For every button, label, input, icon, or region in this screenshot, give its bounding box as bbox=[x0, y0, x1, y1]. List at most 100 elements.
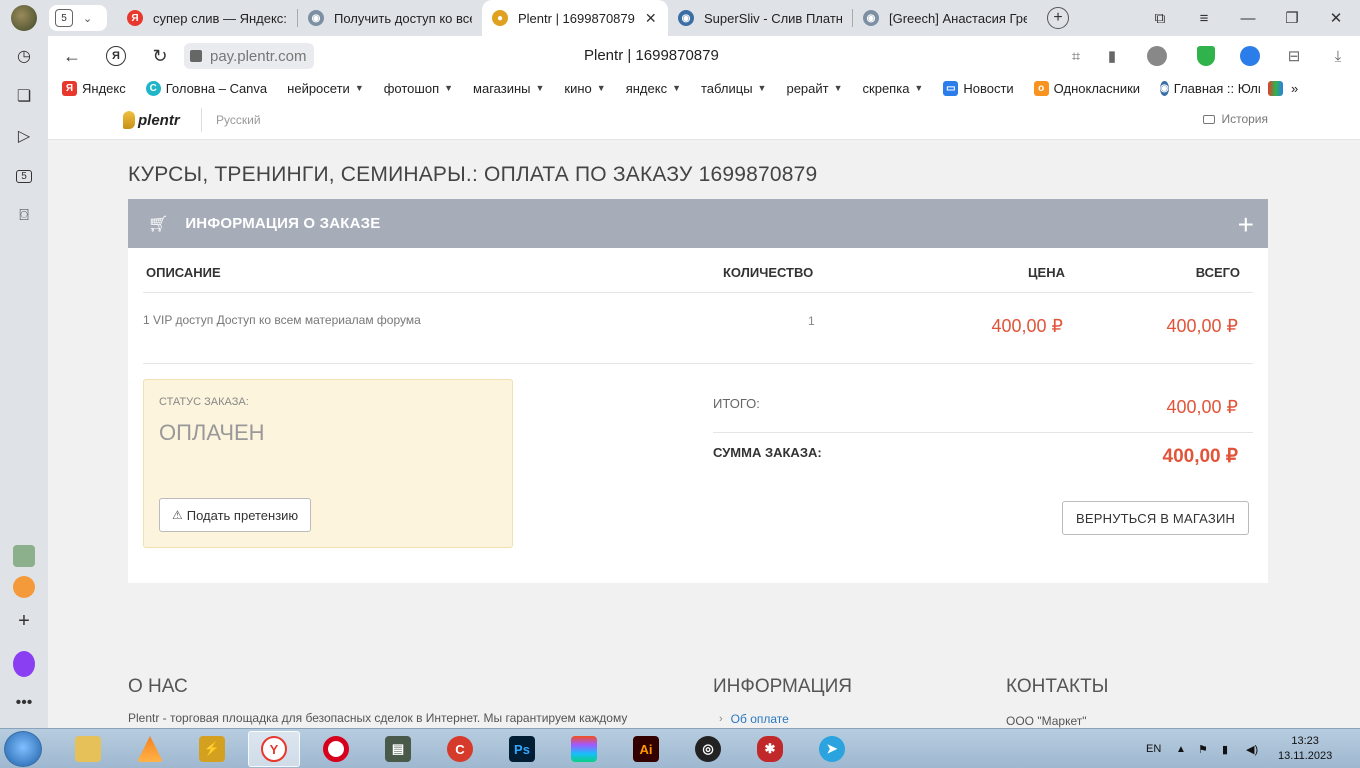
bookmark-main[interactable]: ◉ Главная :: Юли bbox=[1160, 80, 1260, 96]
tab-get-access[interactable]: ◉ Получить доступ ко все bbox=[298, 0, 482, 36]
downloads-icon[interactable]: ⤓ bbox=[1316, 36, 1360, 76]
bookmark-folder-shops[interactable]: магазины ▼ bbox=[473, 81, 544, 96]
tray-chevron-up-icon[interactable]: ▲ bbox=[1176, 729, 1186, 768]
url-field[interactable]: pay.plentr.com bbox=[184, 43, 315, 69]
shield-icon[interactable] bbox=[1184, 36, 1228, 76]
page-title: Plentr | 1699870879 bbox=[584, 47, 719, 64]
bookmark-folder-cinema[interactable]: кино ▼ bbox=[564, 81, 605, 96]
flag-icon[interactable]: ⚑ bbox=[1198, 729, 1208, 768]
bookmark-news[interactable]: ▭ Новости bbox=[943, 80, 1014, 96]
chevron-down-icon: ▼ bbox=[914, 83, 924, 93]
file-claim-button[interactable]: ⚠ Подать претензию bbox=[159, 498, 312, 532]
collections-icon[interactable]: ❏ bbox=[13, 85, 35, 107]
minimize-button[interactable]: — bbox=[1228, 0, 1268, 36]
site-logo[interactable]: plentr bbox=[123, 111, 180, 129]
vpn-globe-icon[interactable] bbox=[1130, 36, 1184, 76]
chevron-down-icon: ▼ bbox=[444, 83, 454, 93]
system-clock[interactable]: 13:23 13.11.2023 bbox=[1278, 734, 1332, 764]
start-button[interactable] bbox=[4, 731, 42, 767]
language-indicator[interactable]: EN bbox=[1146, 729, 1161, 768]
bookmarks-more-icon[interactable]: » bbox=[1291, 81, 1298, 96]
history-link[interactable]: История bbox=[1203, 112, 1268, 126]
add-panel-icon[interactable]: + bbox=[13, 610, 35, 632]
yandex-home-icon[interactable]: Я bbox=[102, 42, 130, 70]
divider bbox=[143, 292, 1253, 293]
tab-group-button[interactable]: 5 ⌄ bbox=[49, 5, 107, 31]
bookmark-ok[interactable]: о Однокласники bbox=[1033, 80, 1140, 96]
bookmark-folder-rewrite[interactable]: рерайт ▼ bbox=[786, 81, 842, 96]
chevron-down-icon: ▼ bbox=[535, 83, 545, 93]
opera-icon bbox=[323, 736, 349, 762]
translate-icon[interactable]: ⌗ bbox=[1058, 36, 1094, 76]
canva-icon: C bbox=[145, 80, 161, 96]
wallet-icon[interactable]: ⊟ bbox=[1272, 36, 1316, 76]
taskbar-explorer[interactable] bbox=[62, 731, 114, 767]
bookmark-canva[interactable]: C Головна – Canva bbox=[145, 80, 267, 96]
bookmark-folder-clip[interactable]: скрепка ▼ bbox=[863, 81, 924, 96]
new-tab-button[interactable]: + bbox=[1047, 7, 1069, 29]
footer-about-title: О НАС bbox=[128, 676, 188, 697]
bookmarks-panel-icon[interactable]: ⧉ bbox=[1140, 0, 1180, 36]
tab-greech[interactable]: ◉ [Greech] Анастасия Греч bbox=[853, 0, 1037, 36]
more-icon[interactable]: ••• bbox=[13, 692, 35, 714]
order-info-header[interactable]: 🛒︎ ИНФОРМАЦИЯ О ЗАКАЗЕ + bbox=[128, 199, 1268, 248]
close-tab-icon[interactable]: ✕ bbox=[645, 10, 657, 27]
screenshot-icon[interactable]: ⌼ bbox=[13, 205, 35, 227]
volume-icon[interactable]: ◀) bbox=[1246, 729, 1258, 768]
item-price: 400,00 ₽ bbox=[991, 316, 1063, 336]
extension-icon[interactable] bbox=[1228, 36, 1272, 76]
tab-plentr[interactable]: ● Plentr | 1699870879 ✕ bbox=[482, 0, 668, 36]
lock-icon[interactable] bbox=[190, 50, 202, 62]
orange-app-icon[interactable] bbox=[13, 576, 35, 598]
bookmark-folder-photoshop[interactable]: фотошоп ▼ bbox=[384, 81, 453, 96]
taskbar-obs[interactable]: ◎ bbox=[682, 731, 734, 767]
taskbar-vlc[interactable] bbox=[124, 731, 176, 767]
reload-icon[interactable]: ↻ bbox=[146, 42, 174, 70]
footer-payment-link[interactable]: › Об оплате bbox=[719, 712, 789, 726]
chevron-right-icon: › bbox=[719, 713, 723, 725]
footer-contacts-title: КОНТАКТЫ bbox=[1006, 676, 1109, 697]
order-heading: КУРСЫ, ТРЕНИНГИ, СЕМИНАРЫ.: ОПЛАТА ПО ЗА… bbox=[128, 163, 818, 186]
ccleaner-icon: C bbox=[447, 736, 473, 762]
order-total-value: 400,00 ₽ bbox=[1162, 446, 1238, 467]
taskbar-photoshop[interactable]: Ps bbox=[496, 731, 548, 767]
back-arrow-icon[interactable]: ← bbox=[58, 42, 86, 70]
alice-icon[interactable] bbox=[13, 651, 35, 677]
bookmark-folder-yandex[interactable]: яндекс ▼ bbox=[626, 81, 681, 96]
history-clock-icon[interactable]: ◷ bbox=[13, 45, 35, 67]
app-shortcut-icon[interactable] bbox=[13, 545, 35, 567]
tab-supersliv[interactable]: ◉ SuperSliv - Слив Платнь bbox=[668, 0, 852, 36]
return-to-shop-button[interactable]: ВЕРНУТЬСЯ В МАГАЗИН bbox=[1062, 501, 1250, 535]
play-icon[interactable]: ▷ bbox=[13, 125, 35, 147]
warning-icon: ⚠ bbox=[172, 508, 183, 522]
taskbar-yandex-browser[interactable]: Y bbox=[248, 731, 300, 767]
profile-avatar[interactable] bbox=[11, 5, 37, 31]
taskbar-power[interactable]: ⚡ bbox=[186, 731, 238, 767]
bookmark-extra[interactable] bbox=[1268, 80, 1284, 96]
taskbar-app-red[interactable]: ✱ bbox=[744, 731, 796, 767]
taskbar-illustrator[interactable]: Ai bbox=[620, 731, 672, 767]
taskbar-monitor[interactable]: ▤ bbox=[372, 731, 424, 767]
plentr-logo-icon bbox=[123, 111, 135, 129]
bookmarks-bar: Я Яндекс C Головна – Canva нейросети ▼ фото… bbox=[48, 76, 1360, 100]
column-header-quantity: КОЛИЧЕСТВО bbox=[723, 265, 814, 280]
bookmark-folder-neural[interactable]: нейросети ▼ bbox=[287, 81, 364, 96]
bookmark-folder-tables[interactable]: таблицы ▼ bbox=[701, 81, 766, 96]
language-switch[interactable]: Русский bbox=[201, 108, 261, 132]
restore-button[interactable]: ❐ bbox=[1272, 0, 1312, 36]
bookmark-yandex[interactable]: Я Яндекс bbox=[62, 80, 126, 96]
illustrator-icon: Ai bbox=[633, 736, 659, 762]
tab-count-icon[interactable]: 5 bbox=[13, 165, 35, 187]
site-icon: ◉ bbox=[1160, 80, 1169, 96]
taskbar-telegram[interactable]: ➤ bbox=[806, 731, 858, 767]
close-window-button[interactable]: ✕ bbox=[1316, 0, 1356, 36]
taskbar-opera[interactable] bbox=[310, 731, 362, 767]
taskbar-ccleaner[interactable]: C bbox=[434, 731, 486, 767]
taskbar-figma[interactable] bbox=[558, 731, 610, 767]
expand-plus-icon[interactable]: + bbox=[1238, 211, 1254, 239]
network-icon[interactable]: ▮ bbox=[1222, 729, 1228, 768]
menu-icon[interactable]: ≡ bbox=[1184, 0, 1224, 36]
tab-yandex-search[interactable]: Я супер слив — Яндекс: а bbox=[117, 0, 297, 36]
browser-sidebar: ◷ ❏ ▷ 5 ⌼ + ••• bbox=[0, 36, 48, 728]
bookmark-icon[interactable]: ▮ bbox=[1094, 36, 1130, 76]
